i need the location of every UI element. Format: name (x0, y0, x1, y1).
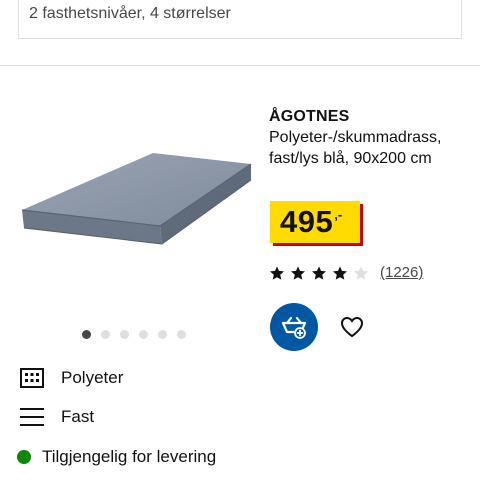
section-divider (0, 65, 480, 66)
price-tag: 495 ,- (270, 201, 360, 243)
carousel-dot[interactable] (139, 330, 148, 339)
firmness-lines-icon (20, 405, 44, 429)
star-filled-icon (333, 265, 347, 280)
favourite-button[interactable] (338, 313, 366, 341)
feature-firmness: Fast (20, 405, 94, 429)
grid-icon (20, 366, 44, 390)
star-filled-icon (312, 265, 326, 280)
feature-label: Fast (61, 407, 95, 426)
carousel-dot[interactable] (120, 330, 129, 339)
product-description: Polyeter-/skummadrass, fast/lys blå, 90x… (269, 129, 442, 167)
size-options-card[interactable]: 2 fasthetsnivåer, 4 størrelser (18, 0, 462, 39)
image-carousel-dots[interactable] (82, 330, 186, 339)
price-suffix: ,- (334, 207, 343, 222)
heart-icon (340, 316, 364, 338)
availability-dot-icon (17, 450, 31, 464)
product-name[interactable]: ÅGOTNES (269, 107, 469, 127)
product-info: ÅGOTNES Polyeter-/skummadrass, fast/lys … (269, 107, 469, 169)
rating[interactable]: (1226) (269, 264, 423, 281)
star-filled-icon (291, 265, 305, 280)
feature-material: Polyeter (20, 366, 123, 390)
carousel-dot[interactable] (177, 330, 186, 339)
star-filled-icon (270, 265, 284, 280)
add-to-cart-button[interactable] (270, 303, 318, 351)
carousel-dot[interactable] (158, 330, 167, 339)
availability-label: Tilgjengelig for levering (42, 447, 217, 466)
price-value: 495 (280, 204, 334, 239)
carousel-dot[interactable] (82, 330, 91, 339)
availability-status: Tilgjengelig for levering (17, 447, 216, 467)
feature-label: Polyeter (61, 368, 124, 387)
product-image[interactable] (18, 118, 258, 318)
carousel-dot[interactable] (101, 330, 110, 339)
add-to-cart-icon (281, 316, 307, 339)
star-empty-icon (354, 265, 368, 280)
size-options-text: 2 fasthetsnivåer, 4 størrelser (29, 5, 231, 22)
review-count-link[interactable]: (1226) (380, 264, 423, 281)
